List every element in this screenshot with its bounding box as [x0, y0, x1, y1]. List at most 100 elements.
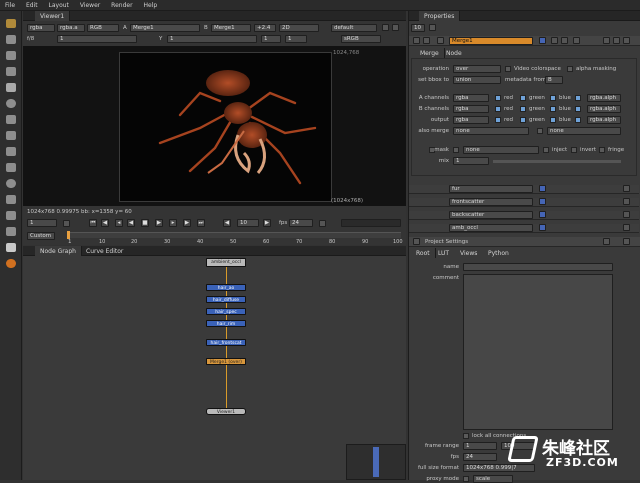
view-mode-select[interactable]: 2D — [279, 24, 319, 32]
b-blue-checkbox[interactable] — [550, 106, 556, 112]
frame-range-start[interactable]: 1 — [463, 442, 497, 450]
b-red-checkbox[interactable] — [495, 106, 501, 112]
b-channels-select[interactable]: rgba — [453, 105, 489, 113]
color-icon[interactable] — [6, 83, 16, 92]
graph-node[interactable]: hair_diffuse — [206, 296, 246, 303]
tab-python[interactable]: Python — [483, 248, 514, 258]
furnace-icon[interactable] — [6, 227, 16, 236]
help-icon[interactable] — [603, 238, 610, 245]
tab-curve-editor[interactable]: Curve Editor — [81, 246, 128, 256]
frame-lock-icon[interactable] — [63, 220, 70, 227]
other-icon[interactable] — [6, 211, 16, 220]
bbox-select[interactable]: union — [453, 76, 501, 84]
clear-panels-icon[interactable] — [429, 24, 436, 31]
collapsed-node-row[interactable]: backscatter — [409, 211, 639, 220]
current-frame-field[interactable]: 1 — [27, 219, 57, 227]
clipping-warning-icon[interactable] — [392, 24, 399, 31]
views-icon[interactable] — [6, 179, 16, 188]
project-name-field[interactable] — [463, 263, 613, 271]
proxy-mode-select[interactable]: scale — [473, 475, 513, 483]
transform-icon[interactable] — [6, 147, 16, 156]
merge-icon[interactable] — [6, 131, 16, 140]
lock-connections-checkbox[interactable] — [463, 433, 469, 439]
max-panels-field[interactable]: 10 — [411, 24, 425, 32]
tab-root[interactable]: Root — [411, 248, 436, 258]
draw-icon[interactable] — [6, 35, 16, 44]
mask-enable-checkbox[interactable] — [453, 147, 459, 153]
tab-node-graph[interactable]: Node Graph — [35, 246, 82, 256]
mix-slider[interactable] — [493, 160, 621, 163]
also-merge-select[interactable]: none — [453, 127, 529, 135]
a-alpha-checkbox[interactable] — [575, 95, 581, 101]
timeline-playhead[interactable] — [67, 231, 70, 239]
menu-viewer[interactable]: Viewer — [75, 0, 104, 9]
graph-node[interactable]: Merge1 (over) — [206, 358, 246, 365]
b-input-select[interactable]: Merge1 — [211, 24, 251, 32]
step-increment-field[interactable]: 10 — [237, 219, 259, 227]
help-icon[interactable] — [603, 37, 610, 44]
fps-field[interactable]: 24 — [289, 219, 313, 227]
b-alpha-select[interactable]: rgba.alph — [587, 105, 621, 113]
out-alpha-select[interactable]: rgba.alph — [587, 116, 621, 124]
collapsed-node-name[interactable]: backscatter — [449, 211, 533, 219]
alpha-masking-checkbox[interactable] — [567, 66, 573, 72]
metadata-icon[interactable] — [6, 195, 16, 204]
node-name-field[interactable]: Merge1 — [449, 37, 533, 45]
collapsed-node-row[interactable]: amb_occl — [409, 224, 639, 233]
time-icon[interactable] — [6, 51, 16, 60]
tab-node[interactable]: Node — [441, 48, 467, 58]
menu-edit[interactable]: Edit — [21, 0, 42, 9]
menu-help[interactable]: Help — [138, 0, 161, 9]
float-icon[interactable] — [613, 37, 620, 44]
a-blue-checkbox[interactable] — [550, 95, 556, 101]
display-lut-select[interactable]: sRGB — [341, 35, 381, 43]
next-frame-button[interactable]: ▸ — [169, 219, 177, 227]
also-merge-select-2[interactable]: none — [547, 127, 621, 135]
b-alpha-checkbox[interactable] — [575, 106, 581, 112]
navigator-minimap[interactable] — [346, 444, 406, 480]
close-icon[interactable] — [623, 224, 630, 231]
first-frame-button[interactable]: ⏮ — [89, 219, 97, 227]
out-green-checkbox[interactable] — [520, 117, 526, 123]
video-colorspace-checkbox[interactable] — [505, 66, 511, 72]
lut-select[interactable]: default — [331, 24, 377, 32]
zoom-select[interactable]: +2.4 — [254, 24, 276, 32]
play-forward-button[interactable]: ▶ — [155, 219, 163, 227]
collapsed-node-row[interactable]: fur — [409, 185, 639, 194]
out-blue-checkbox[interactable] — [550, 117, 556, 123]
prev-keyframe-button[interactable]: ◀ — [101, 219, 109, 227]
close-icon[interactable] — [623, 198, 630, 205]
close-icon[interactable] — [623, 211, 630, 218]
proxy-field[interactable]: 1 — [261, 35, 281, 43]
inject-checkbox[interactable] — [543, 147, 549, 153]
also-merge-checkbox[interactable] — [537, 128, 543, 134]
collapsed-node-name[interactable]: frontscatter — [449, 198, 533, 206]
close-icon[interactable] — [623, 37, 630, 44]
redo-icon[interactable] — [561, 37, 568, 44]
collapse-icon[interactable] — [413, 37, 420, 44]
prop-btn-icon[interactable] — [539, 224, 546, 231]
tab-views[interactable]: Views — [455, 248, 482, 258]
menu-layout[interactable]: Layout — [44, 0, 73, 9]
proxy-mode-checkbox[interactable] — [463, 476, 469, 482]
end-frame-field[interactable] — [341, 219, 401, 227]
collapse-icon[interactable] — [413, 238, 420, 245]
nuke-logo-icon[interactable] — [6, 259, 16, 268]
collapsed-node-name[interactable]: fur — [449, 185, 533, 193]
prop-btn-icon[interactable] — [539, 185, 546, 192]
prop-btn-icon[interactable] — [539, 211, 546, 218]
step-back-button[interactable]: ◀ — [223, 219, 231, 227]
graph-node[interactable]: hair_ao — [206, 284, 246, 291]
output-select[interactable]: rgba — [453, 116, 489, 124]
close-icon[interactable] — [623, 238, 630, 245]
step-forward-button[interactable]: ▶ — [263, 219, 271, 227]
comment-textarea[interactable] — [463, 274, 613, 430]
tab-viewer1[interactable]: Viewer1 — [35, 11, 71, 21]
operation-select[interactable]: over — [453, 65, 501, 73]
mix-field[interactable]: 1 — [453, 157, 489, 165]
graph-node[interactable]: ambient_occl — [206, 258, 246, 267]
collapsed-node-name[interactable]: amb_occl — [449, 224, 533, 232]
b-green-checkbox[interactable] — [520, 106, 526, 112]
tab-properties[interactable]: Properties — [419, 11, 461, 21]
input-icon[interactable] — [437, 37, 444, 44]
